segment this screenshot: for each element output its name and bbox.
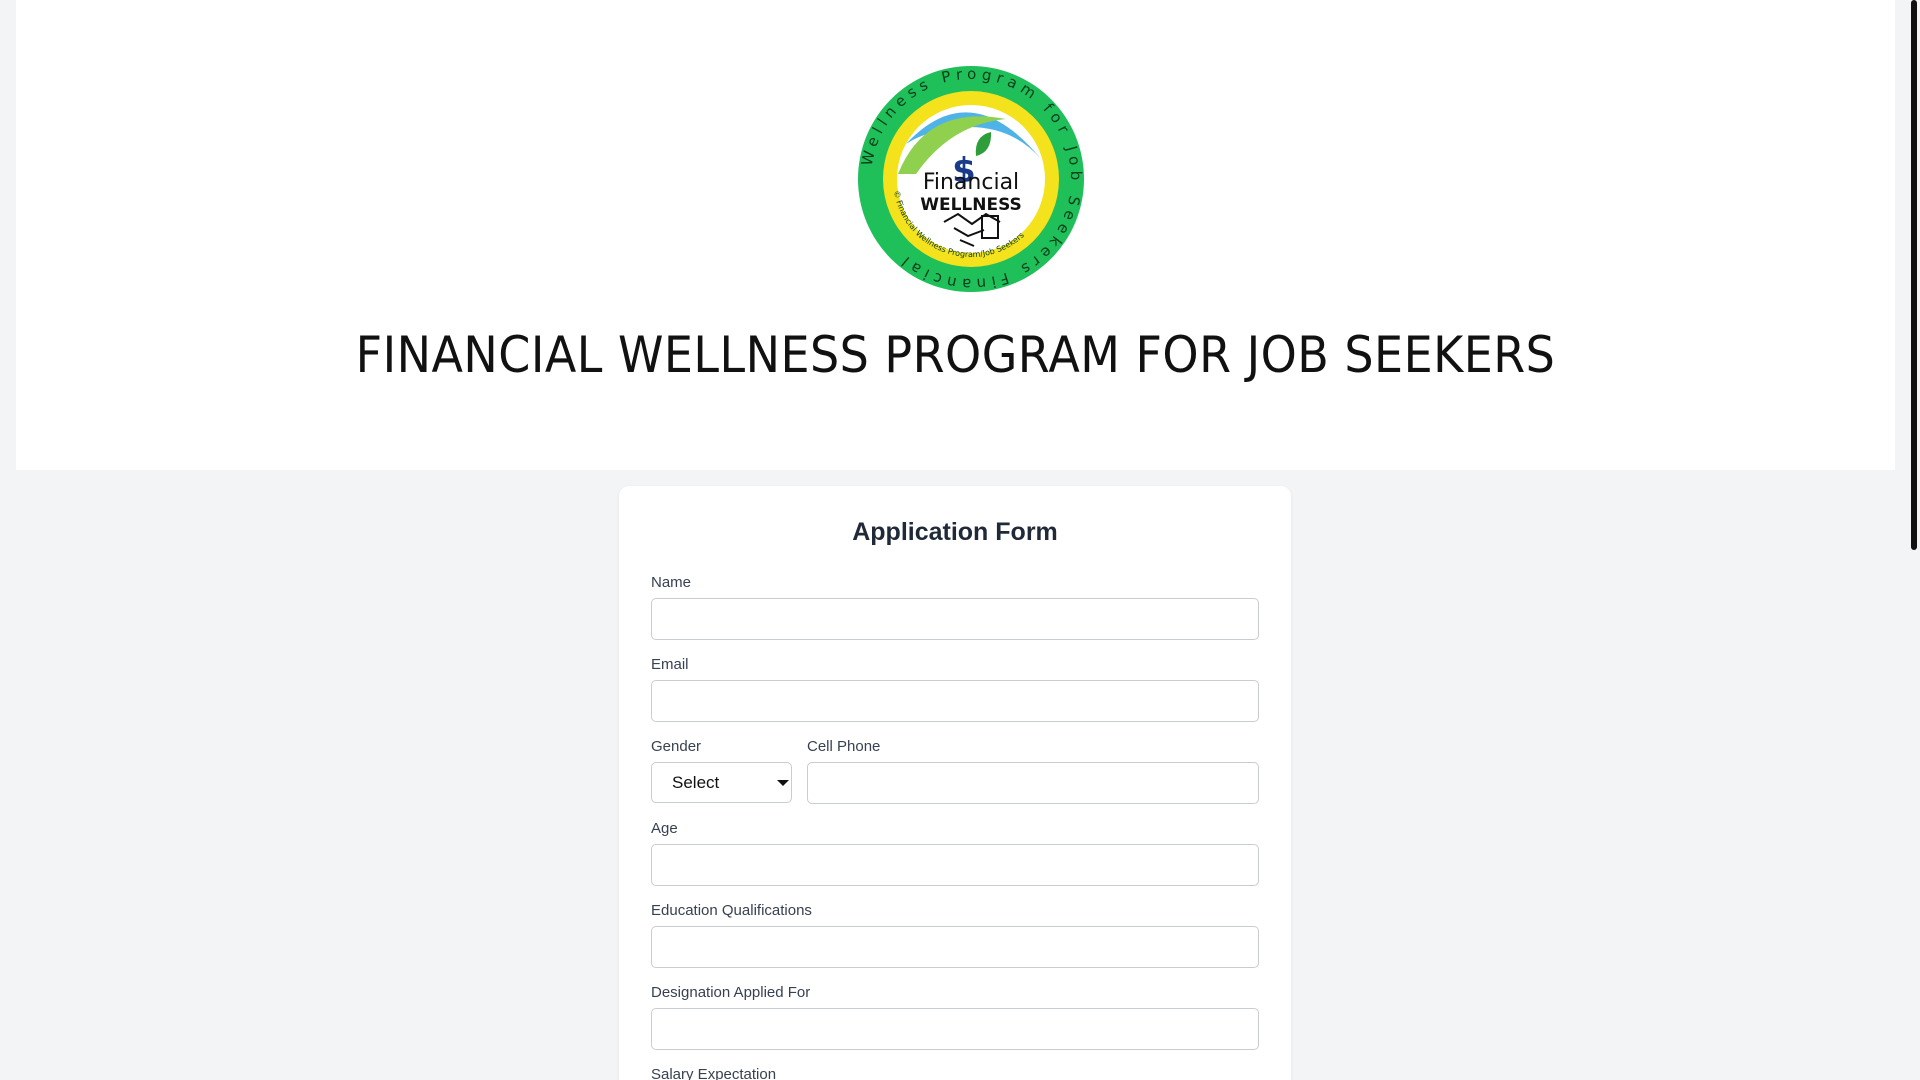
page: Wellness Program for Job Seekers Financi… — [0, 0, 1920, 1080]
education-input[interactable] — [651, 926, 1259, 968]
gender-label: Gender — [651, 738, 702, 755]
program-title: FINANCIAL WELLNESS PROGRAM FOR JOB SEEKE… — [355, 326, 1556, 384]
designation-input[interactable] — [651, 1008, 1259, 1050]
logo-graphic: Wellness Program for Job Seekers Financi… — [858, 65, 1084, 293]
program-logo: Wellness Program for Job Seekers Financi… — [856, 64, 1086, 294]
scrollbar-thumb[interactable] — [1911, 0, 1917, 550]
email-label: Email — [651, 656, 689, 673]
cell-phone-label: Cell Phone — [807, 738, 881, 755]
gender-select-value: Select — [672, 773, 720, 792]
designation-label: Designation Applied For — [651, 984, 811, 1001]
gender-select[interactable]: Select — [651, 762, 792, 803]
name-label: Name — [651, 574, 692, 591]
application-form: Application Form Name Email Gender Selec… — [619, 486, 1291, 1080]
age-input[interactable] — [651, 844, 1259, 886]
form-title: Application Form — [852, 518, 1058, 546]
age-label: Age — [651, 820, 678, 837]
page-scrollbar[interactable] — [1908, 0, 1920, 1080]
education-label: Education Qualifications — [651, 902, 812, 919]
name-input[interactable] — [651, 598, 1259, 640]
caret-down-icon — [777, 780, 789, 786]
logo-center-line1: Financial — [923, 170, 1019, 195]
header: Wellness Program for Job Seekers Financi… — [16, 0, 1895, 470]
salary-label: Salary Expectation — [651, 1066, 777, 1080]
email-input[interactable] — [651, 680, 1259, 722]
cell-phone-input[interactable] — [807, 762, 1259, 804]
logo-center-line2: WELLNESS — [920, 195, 1022, 215]
